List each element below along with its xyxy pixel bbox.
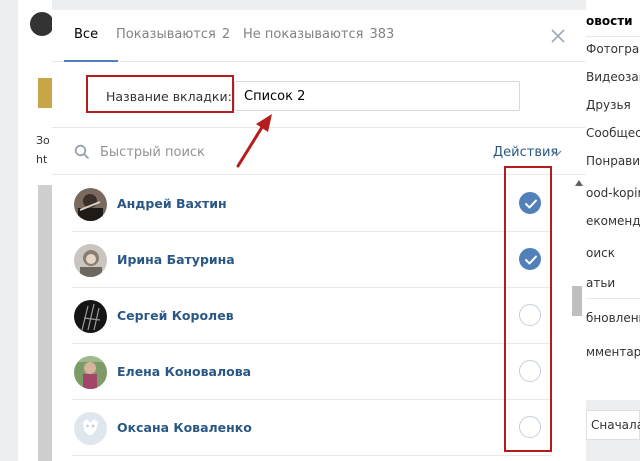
background-thumbnail: [38, 78, 52, 108]
tab-shown[interactable]: Показываются 2: [116, 27, 230, 42]
tab-all[interactable]: Все: [74, 27, 98, 42]
list-scrollbar[interactable]: [572, 176, 586, 461]
background-menu-divider: [586, 36, 640, 37]
background-menu-item[interactable]: бновлени: [586, 311, 640, 325]
chevron-down-icon[interactable]: [552, 149, 562, 157]
tab-label: Не показываются: [243, 27, 364, 42]
background-menu-item[interactable]: ood-kopirk: [586, 186, 640, 200]
tab-hidden[interactable]: Не показываются 383: [243, 27, 394, 42]
close-icon[interactable]: [548, 26, 568, 46]
friend-name[interactable]: Сергей Королев: [117, 308, 234, 323]
background-sort-label: Сначала: [591, 418, 640, 432]
background-menu-item[interactable]: Друзья: [586, 98, 640, 112]
search-icon: [74, 144, 89, 159]
list-item[interactable]: Елена Коновалова: [52, 344, 572, 400]
tab-count: 383: [369, 27, 395, 42]
background-menu-divider: [586, 298, 640, 299]
list-item[interactable]: Ирина Батурина: [52, 232, 572, 288]
list-item[interactable]: Оксана Коваленко: [52, 400, 572, 456]
background-menu-item[interactable]: Понравил: [586, 154, 640, 168]
friend-name[interactable]: Елена Коновалова: [117, 364, 251, 379]
tab-label: Показываются: [116, 27, 216, 42]
background-sort-button[interactable]: Сначала: [586, 410, 640, 440]
avatar: [74, 412, 107, 445]
avatar: [74, 188, 107, 221]
background-menu-item[interactable]: атьи: [586, 276, 640, 290]
background-avatar: [30, 12, 54, 36]
friend-name[interactable]: Андрей Вахтин: [117, 196, 227, 211]
avatar: [74, 300, 107, 333]
tab-name-label: Название вкладки:: [106, 89, 232, 104]
tab-count: 2: [221, 27, 231, 42]
avatar: [74, 356, 107, 389]
friend-list: Андрей Вахтин Ирина Батурина Сергей Коро…: [52, 176, 572, 461]
background-text: ht: [36, 153, 48, 166]
actions-dropdown[interactable]: Действия: [493, 145, 558, 160]
background-side-menu: [586, 0, 640, 400]
list-item[interactable]: Сергей Королев: [52, 288, 572, 344]
friend-name[interactable]: Ирина Батурина: [117, 252, 235, 267]
row-divider: [72, 455, 552, 456]
avatar: [74, 244, 107, 277]
background-menu-item[interactable]: оиск: [586, 246, 640, 260]
scroll-thumb[interactable]: [572, 286, 582, 316]
list-item[interactable]: Андрей Вахтин: [52, 176, 572, 232]
quick-search-input[interactable]: [100, 138, 400, 166]
background-image-block: [38, 185, 52, 461]
background-menu-item[interactable]: Видеозап: [586, 70, 640, 84]
tab-name-input[interactable]: [234, 81, 520, 111]
tab-name-row: Название вкладки:: [52, 62, 586, 128]
background-menu-item[interactable]: мментар: [586, 345, 640, 359]
scroll-up-icon[interactable]: [575, 180, 583, 186]
background-text: Зо: [36, 134, 50, 147]
checkbox-highlight-box: [504, 166, 552, 452]
friend-name[interactable]: Оксана Коваленко: [117, 420, 252, 435]
list-edit-modal: Все Показываются 2 Не показываются 383 Наз…: [52, 10, 586, 461]
background-menu-item[interactable]: екоменда: [586, 214, 640, 228]
background-menu-item[interactable]: Фотограф: [586, 42, 640, 56]
tab-label: Все: [74, 27, 99, 42]
background-menu-item[interactable]: овости: [586, 14, 640, 28]
tab-bar: Все Показываются 2 Не показываются 383: [52, 10, 586, 62]
background-menu-item[interactable]: Сообщест: [586, 126, 640, 140]
